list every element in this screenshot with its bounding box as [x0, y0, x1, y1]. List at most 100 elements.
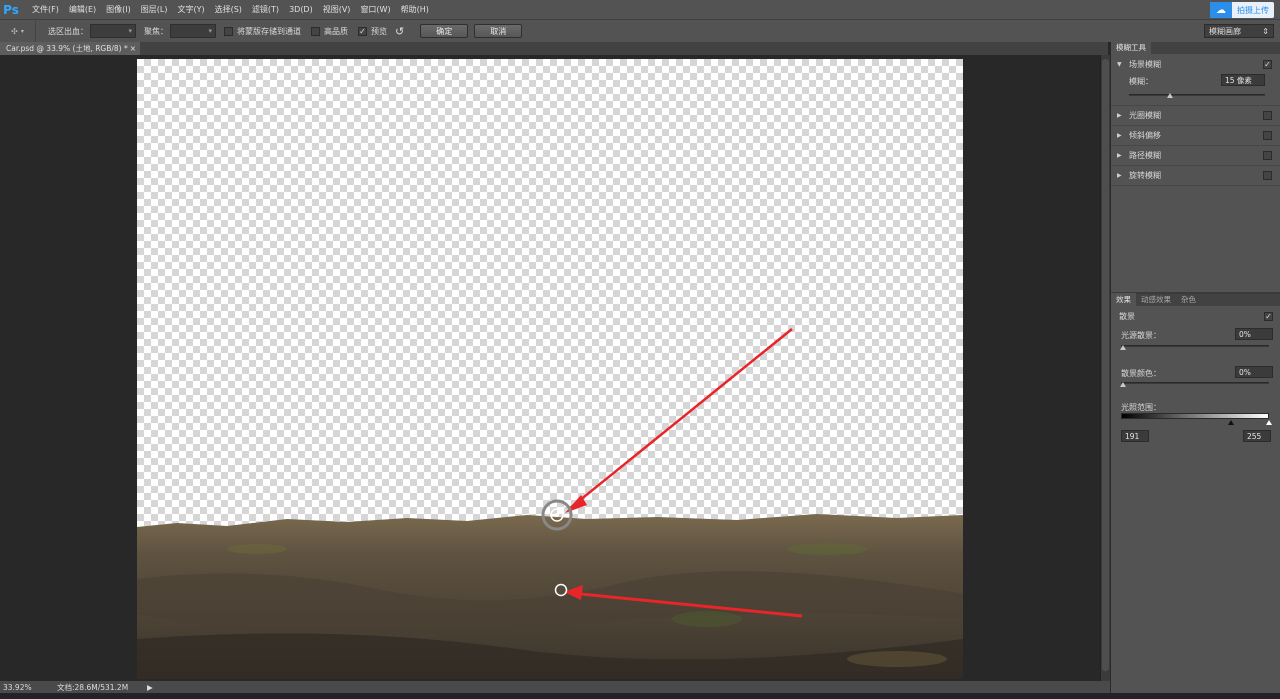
- document-tab-title: Car.psd @ 33.9% (土地, RGB/8) *: [6, 44, 128, 53]
- light-range-high-thumb[interactable]: [1266, 420, 1272, 425]
- canvas-area: [0, 55, 1100, 681]
- blur-tools-header: 模糊工具: [1111, 41, 1280, 54]
- field-blur-checkbox[interactable]: ✓: [1263, 59, 1272, 69]
- path-blur-label: 路径模糊: [1129, 151, 1161, 160]
- menu-window[interactable]: 窗口(W): [360, 4, 390, 15]
- iris-blur-checkbox[interactable]: [1263, 111, 1272, 120]
- light-range-high-field[interactable]: 255: [1243, 430, 1271, 442]
- tool-preset-picker[interactable]: ✣ ▾: [0, 20, 36, 42]
- workspace-switcher[interactable]: 模糊画廊 ⇕: [1204, 24, 1274, 38]
- blur-amount-label: 模糊：: [1129, 77, 1153, 86]
- field-blur-row[interactable]: ▼ 场景模糊 ✓: [1111, 54, 1280, 74]
- taskbar: [0, 693, 1280, 699]
- spin-blur-checkbox[interactable]: [1263, 171, 1272, 180]
- save-mask-checkbox[interactable]: [224, 26, 233, 36]
- menu-3d[interactable]: 3D(D): [289, 5, 313, 14]
- light-bokeh-slider[interactable]: [1121, 345, 1269, 347]
- menu-select[interactable]: 选择(S): [215, 4, 242, 15]
- menu-edit[interactable]: 编辑(E): [69, 4, 96, 15]
- blur-slider-thumb[interactable]: [1166, 93, 1173, 98]
- light-range-low-field[interactable]: 191: [1121, 430, 1149, 442]
- menu-type[interactable]: 文字(Y): [177, 4, 204, 15]
- blur-gallery-panel: 模糊工具 ▼ 场景模糊 ✓ 模糊： 15 像素 ▶ 光圈模糊 ▶ 倾斜偏移 ▶ …: [1110, 41, 1280, 693]
- menu-file[interactable]: 文件(F): [32, 4, 59, 15]
- triangle-right-icon[interactable]: ▶: [1117, 112, 1129, 119]
- tilt-shift-row[interactable]: ▶ 倾斜偏移: [1111, 126, 1280, 146]
- focus-label: 聚焦：: [144, 26, 168, 36]
- chevron-down-icon: ▾: [208, 27, 212, 35]
- light-range-low-thumb[interactable]: [1228, 420, 1234, 425]
- menu-view[interactable]: 视图(V): [323, 4, 351, 15]
- selection-bleed-field[interactable]: ▾: [90, 24, 136, 38]
- bokeh-color-slider[interactable]: [1121, 382, 1269, 384]
- document-tab-bar: Car.psd @ 33.9% (土地, RGB/8) * ×: [0, 42, 1108, 55]
- document-canvas[interactable]: [137, 59, 963, 679]
- document-info: 文档:28.6M/531.2M: [57, 682, 129, 692]
- iris-blur-label: 光圈模糊: [1129, 111, 1161, 120]
- blur-slider-track: [1129, 94, 1265, 96]
- menu-layer[interactable]: 图层(L): [141, 4, 168, 15]
- close-icon[interactable]: ×: [130, 44, 136, 53]
- photoshop-logo: Ps: [3, 2, 19, 17]
- chevron-down-icon: ▾: [20, 27, 24, 35]
- selection-bleed-label: 选区出血：: [48, 26, 88, 36]
- effects-panel: 效果 动感效果 杂色 散景 ✓ 光源散景： 0% 散景颜色： 0% 光照范围： …: [1111, 292, 1280, 693]
- ok-button[interactable]: 确定: [420, 24, 469, 38]
- light-bokeh-thumb[interactable]: [1120, 345, 1126, 350]
- status-bar: 33.92% 文档:28.6M/531.2M ▶: [0, 681, 1110, 693]
- tab-motion-effects[interactable]: 动感效果: [1136, 293, 1176, 306]
- pin-icon: ✣: [11, 26, 18, 36]
- tilt-shift-checkbox[interactable]: [1263, 131, 1272, 140]
- cloud-upload-label: 拍摄上传: [1237, 5, 1269, 15]
- high-quality-label: 高品质: [324, 26, 348, 36]
- cloud-upload-button[interactable]: ☁ 拍摄上传: [1210, 2, 1274, 18]
- bokeh-row: 散景 ✓: [1111, 306, 1280, 326]
- spin-blur-row[interactable]: ▶ 旋转模糊: [1111, 166, 1280, 186]
- vertical-scrollbar[interactable]: [1100, 55, 1110, 681]
- iris-blur-row[interactable]: ▶ 光圈模糊: [1111, 106, 1280, 126]
- status-menu-arrow[interactable]: ▶: [147, 683, 153, 692]
- blur-slider[interactable]: [1129, 92, 1265, 100]
- light-bokeh-label: 光源散景：: [1121, 331, 1161, 340]
- preview-checkbox[interactable]: ✓: [358, 26, 367, 36]
- light-bokeh-field[interactable]: 0%: [1235, 328, 1273, 340]
- bokeh-color-field[interactable]: 0%: [1235, 366, 1273, 378]
- blur-amount-group: 模糊： 15 像素: [1111, 74, 1280, 106]
- reset-icon[interactable]: ↺: [395, 25, 404, 38]
- blur-pin-active[interactable]: [541, 499, 573, 531]
- blur-pin[interactable]: [554, 583, 568, 597]
- blur-amount-field[interactable]: 15 像素: [1221, 74, 1265, 86]
- spin-blur-label: 旋转模糊: [1129, 171, 1161, 180]
- light-range-label: 光照范围：: [1121, 403, 1161, 412]
- path-blur-row[interactable]: ▶ 路径模糊: [1111, 146, 1280, 166]
- path-blur-checkbox[interactable]: [1263, 151, 1272, 160]
- options-bar: ✣ ▾ 选区出血： ▾ 聚焦： ▾ 将蒙版存储到通道 高品质 ✓ 预览 ↺ 确定 …: [0, 19, 1280, 42]
- focus-field[interactable]: ▾: [170, 24, 216, 38]
- tab-noise[interactable]: 杂色: [1176, 293, 1201, 306]
- light-range-gradient[interactable]: [1121, 413, 1269, 419]
- menu-bar: Ps 文件(F) 编辑(E) 图像(I) 图层(L) 文字(Y) 选择(S) 滤…: [0, 0, 1280, 19]
- tab-blur-tools[interactable]: 模糊工具: [1111, 41, 1151, 54]
- bokeh-color-label: 散景颜色：: [1121, 369, 1161, 378]
- triangle-right-icon[interactable]: ▶: [1117, 172, 1129, 179]
- cloud-icon: ☁: [1210, 2, 1232, 18]
- menu-image[interactable]: 图像(I): [106, 4, 131, 15]
- chevron-updown-icon: ⇕: [1262, 26, 1269, 36]
- annotation-arrow-line: [568, 328, 793, 510]
- cancel-button[interactable]: 取消: [474, 24, 523, 38]
- triangle-right-icon[interactable]: ▶: [1117, 152, 1129, 159]
- document-tab[interactable]: Car.psd @ 33.9% (土地, RGB/8) * ×: [0, 42, 140, 55]
- bokeh-checkbox[interactable]: ✓: [1264, 311, 1273, 321]
- bokeh-label: 散景: [1119, 311, 1135, 321]
- menu-filter[interactable]: 滤镜(T): [252, 4, 279, 15]
- menu-help[interactable]: 帮助(H): [401, 4, 429, 15]
- triangle-right-icon[interactable]: ▶: [1117, 132, 1129, 139]
- tab-effects[interactable]: 效果: [1111, 293, 1136, 306]
- bokeh-color-thumb[interactable]: [1120, 382, 1126, 387]
- zoom-level[interactable]: 33.92%: [3, 683, 33, 692]
- scrollbar-thumb[interactable]: [1102, 59, 1109, 671]
- blur-overlay: [541, 328, 803, 618]
- save-mask-label: 将蒙版存储到通道: [237, 26, 301, 36]
- high-quality-checkbox[interactable]: [311, 26, 320, 36]
- triangle-down-icon[interactable]: ▼: [1117, 61, 1129, 68]
